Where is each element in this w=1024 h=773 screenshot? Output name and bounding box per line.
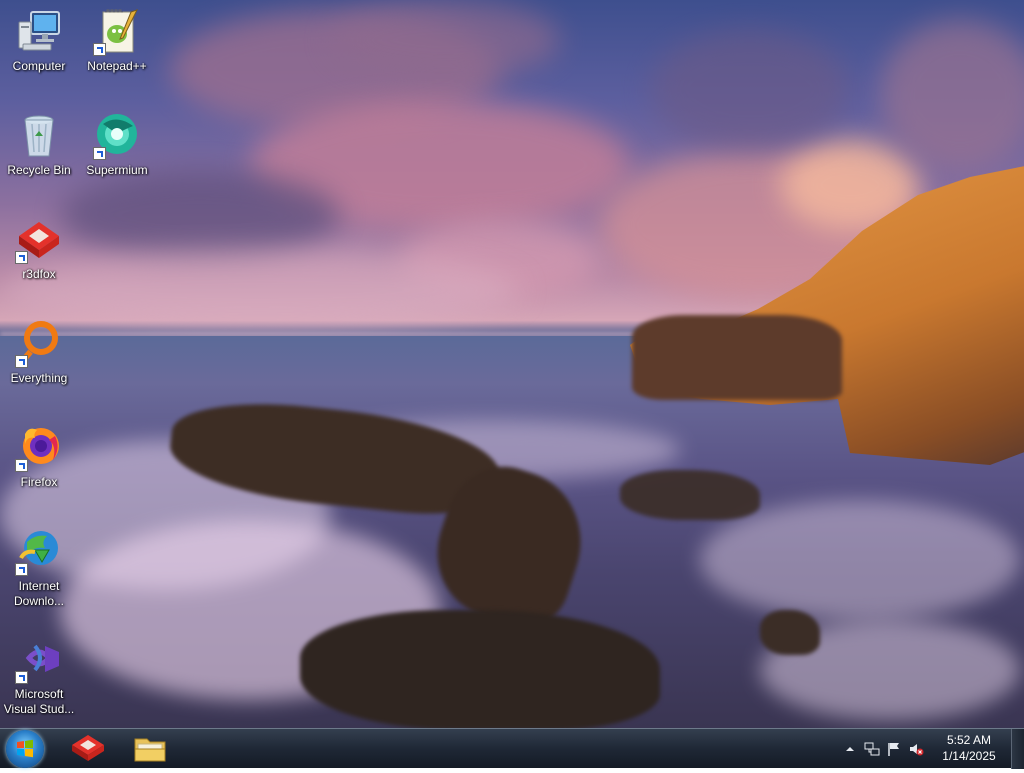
desktop-icon-visual-studio[interactable]: Microsoft Visual Stud... xyxy=(1,636,77,717)
shortcut-arrow-icon xyxy=(93,147,106,160)
shortcut-arrow-icon xyxy=(15,671,28,684)
taskbar-clock[interactable]: 5:52 AM 1/14/2025 xyxy=(934,732,1004,764)
r3dfox-icon xyxy=(15,216,63,264)
internet-download-manager-icon xyxy=(15,528,63,576)
show-hidden-icons-chevron-icon[interactable] xyxy=(842,741,858,757)
taskbar-app-r3dfox[interactable] xyxy=(58,731,118,767)
action-center-flag-icon[interactable] xyxy=(886,741,902,757)
shortcut-arrow-icon xyxy=(15,251,28,264)
desktop-icon-firefox[interactable]: Firefox xyxy=(1,424,77,490)
visual-studio-icon xyxy=(15,636,63,684)
desktop-icon-supermium[interactable]: Supermium xyxy=(79,112,155,178)
desktop-icon-internet-download-manager[interactable]: Internet Downlo... xyxy=(1,528,77,609)
desktop-icon-label: Recycle Bin xyxy=(7,163,71,177)
desktop-icon-label: Firefox xyxy=(20,475,58,489)
desktop-icon-label: r3dfox xyxy=(22,267,56,281)
network-icon[interactable] xyxy=(864,741,880,757)
taskbar-app-file-explorer[interactable] xyxy=(120,731,180,767)
shortcut-arrow-icon xyxy=(93,43,106,56)
desktop-icon-notepad-plus-plus[interactable]: Notepad++ xyxy=(79,8,155,74)
r3dfox-icon xyxy=(72,735,104,761)
supermium-icon xyxy=(93,112,141,160)
desktop-icon-label: Computer xyxy=(12,59,66,73)
desktop-icon-recycle-bin[interactable]: Recycle Bin xyxy=(1,112,77,178)
clock-date: 1/14/2025 xyxy=(942,749,996,763)
desktop-icon-label: Microsoft Visual Stud... xyxy=(3,687,75,716)
desktop-wallpaper xyxy=(0,0,1024,728)
everything-icon xyxy=(15,320,63,368)
computer-icon xyxy=(15,8,63,56)
start-button[interactable] xyxy=(6,730,44,768)
shortcut-arrow-icon xyxy=(15,355,28,368)
desktop-icon-computer[interactable]: Computer xyxy=(1,8,77,74)
desktop-icon-label: Notepad++ xyxy=(87,59,147,73)
file-explorer-icon xyxy=(134,738,166,762)
desktop-icon-label: Supermium xyxy=(86,163,148,177)
show-desktop-button[interactable] xyxy=(1011,729,1024,769)
desktop-icon-r3dfox[interactable]: r3dfox xyxy=(1,216,77,282)
shortcut-arrow-icon xyxy=(15,459,28,472)
recycle-bin-icon xyxy=(15,112,63,160)
desktop-icon-everything[interactable]: Everything xyxy=(1,320,77,386)
firefox-icon xyxy=(15,424,63,472)
system-tray: 5:52 AM 1/14/2025 xyxy=(834,729,1024,769)
windows-logo-icon xyxy=(17,739,33,758)
clock-time: 5:52 AM xyxy=(946,733,992,747)
volume-muted-icon[interactable] xyxy=(908,741,924,757)
taskbar: 5:52 AM 1/14/2025 xyxy=(0,728,1024,769)
desktop-icon-label: Internet Downlo... xyxy=(13,579,65,608)
desktop-icon-label: Everything xyxy=(10,371,68,385)
notepad-plus-plus-icon xyxy=(93,8,141,56)
shortcut-arrow-icon xyxy=(15,563,28,576)
